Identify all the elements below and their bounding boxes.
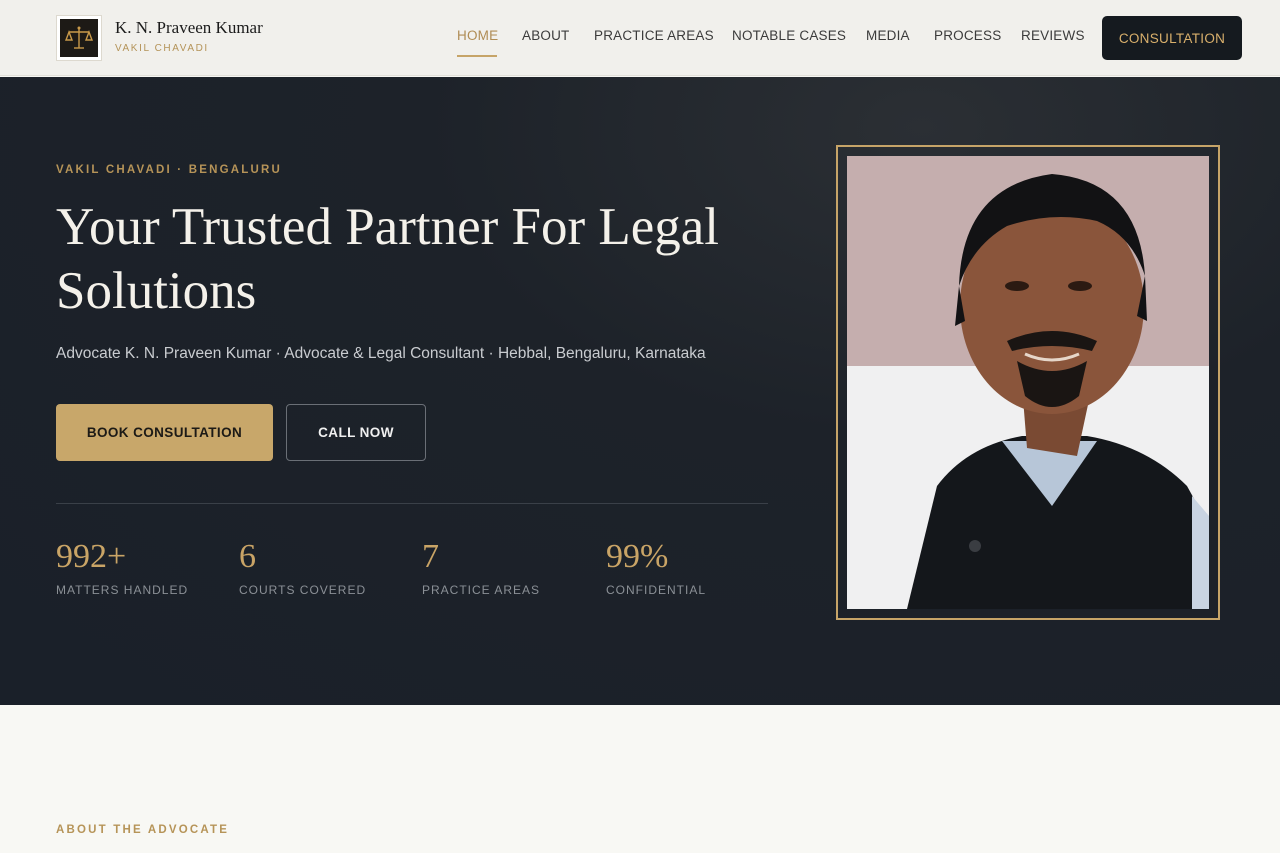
- call-now-button[interactable]: CALL NOW: [286, 404, 426, 461]
- hero-title: Your Trusted Partner For Legal Solutions: [56, 198, 720, 320]
- nav-practice-areas[interactable]: PRACTICE AREAS: [594, 28, 714, 43]
- hero-section: VAKIL CHAVADI · BENGALURU Your Trusted P…: [0, 77, 1280, 705]
- book-consultation-button[interactable]: BOOK CONSULTATION: [56, 404, 273, 461]
- stat-label: MATTERS HANDLED: [56, 583, 189, 597]
- stat-value: 992+: [56, 538, 127, 575]
- nav-home[interactable]: HOME: [457, 28, 498, 43]
- nav-process[interactable]: PROCESS: [934, 28, 1001, 43]
- stat-practice-areas: 7 PRACTICE AREAS: [422, 537, 540, 597]
- stat-value: 99%: [606, 538, 669, 575]
- stat-label: CONFIDENTIAL: [606, 583, 707, 597]
- about-eyebrow: ABOUT THE ADVOCATE: [56, 824, 230, 836]
- nav-reviews[interactable]: REVIEWS: [1021, 28, 1085, 43]
- stat-value: 7: [422, 538, 439, 575]
- main-nav: HOME ABOUT PRACTICE AREAS NOTABLE CASES …: [0, 28, 1280, 48]
- active-nav-indicator: [457, 55, 497, 57]
- hero-subtitle: Advocate K. N. Praveen Kumar · Advocate …: [56, 345, 706, 362]
- advocate-portrait: [847, 156, 1209, 609]
- nav-notable-cases[interactable]: NOTABLE CASES: [732, 28, 846, 43]
- stat-confidential: 99% CONFIDENTIAL: [606, 537, 706, 597]
- stat-label: PRACTICE AREAS: [422, 583, 541, 597]
- about-section: ABOUT THE ADVOCATE: [0, 705, 1280, 853]
- stat-matters-handled: 992+ MATTERS HANDLED: [56, 537, 188, 597]
- consultation-button[interactable]: CONSULTATION: [1102, 16, 1242, 60]
- nav-media[interactable]: MEDIA: [866, 28, 910, 43]
- site-header: K. N. Praveen Kumar VAKIL CHAVADI HOME A…: [0, 0, 1280, 76]
- hero-divider: [56, 503, 768, 504]
- stat-value: 6: [239, 538, 256, 575]
- hero-eyebrow: VAKIL CHAVADI · BENGALURU: [56, 164, 283, 176]
- advocate-portrait-frame: [836, 145, 1220, 620]
- stat-courts-covered: 6 COURTS COVERED: [239, 537, 366, 597]
- nav-about[interactable]: ABOUT: [522, 28, 570, 43]
- stat-label: COURTS COVERED: [239, 583, 367, 597]
